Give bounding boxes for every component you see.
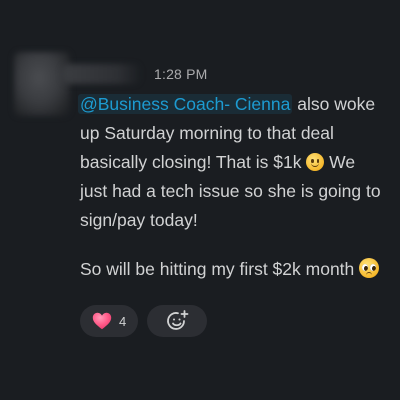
add-emoji-icon [167,310,189,330]
avatar[interactable] [14,52,70,116]
message-paragraph-2: So will be hitting my first $2k month [80,255,386,284]
message-timestamp[interactable]: 1:28 PM [154,66,208,82]
message-body: @Business Coach- Cienna also woke up Sat… [78,90,386,284]
heart-icon [92,312,112,330]
heart-reaction-count: 4 [119,313,127,329]
slightly-smiling-face-icon [306,153,325,171]
sender-name-redacted[interactable] [62,64,142,84]
reactions-bar: 4 [80,305,208,337]
add-reaction-button[interactable] [147,305,208,337]
user-mention[interactable]: @Business Coach- Cienna [78,94,293,114]
heart-reaction-button[interactable]: 4 [80,305,139,337]
message-paragraph-1: @Business Coach- Cienna also woke up Sat… [78,90,386,235]
message-view: 1:28 PM @Business Coach- Cienna also wok… [0,0,400,400]
pleading-face-icon [359,258,380,278]
message-text-2: So will be hitting my first $2k month [80,259,360,279]
